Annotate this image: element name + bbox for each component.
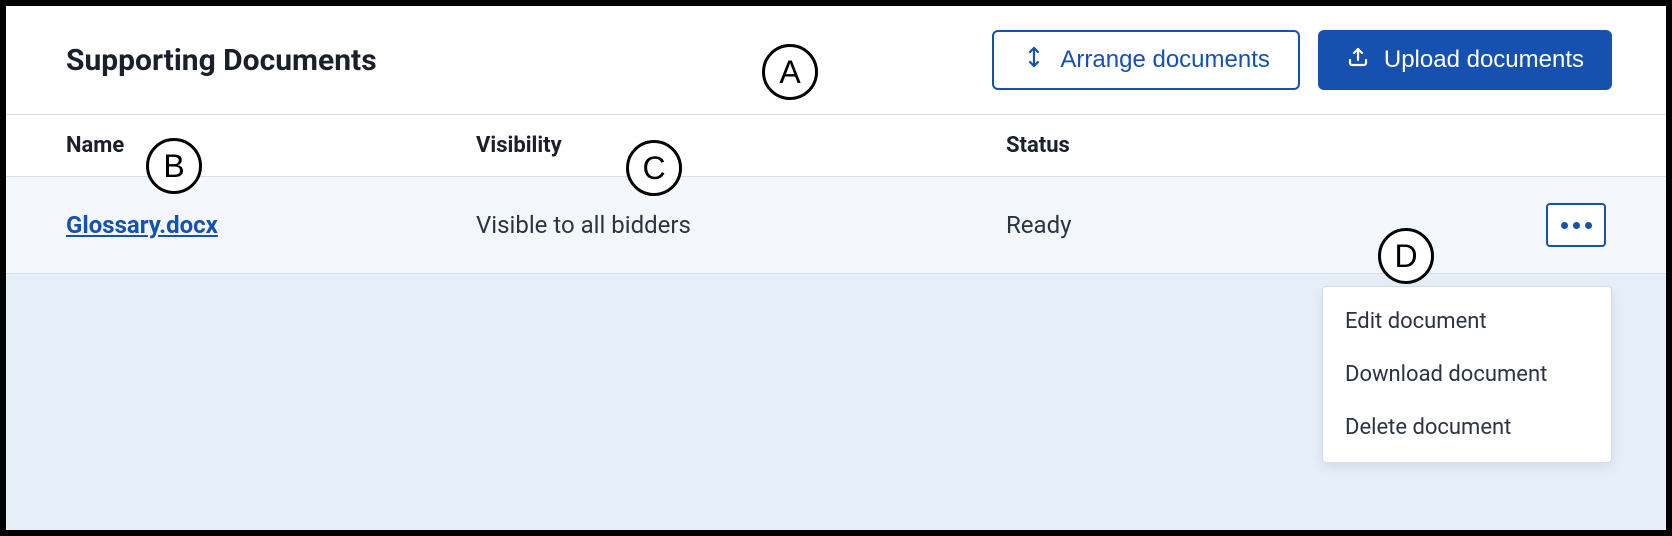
column-header-actions — [1386, 133, 1606, 158]
menu-download-document[interactable]: Download document — [1323, 348, 1611, 401]
cell-visibility: Visible to all bidders — [476, 211, 1006, 239]
upload-icon — [1346, 45, 1370, 76]
ellipsis-icon — [1573, 222, 1580, 229]
column-header-visibility: Visibility — [476, 133, 1006, 158]
upload-documents-button[interactable]: Upload documents — [1318, 30, 1612, 90]
cell-name: Glossary.docx — [66, 211, 476, 239]
column-header-name: Name — [66, 133, 476, 158]
ellipsis-icon — [1585, 222, 1592, 229]
arrange-documents-button[interactable]: Arrange documents — [992, 30, 1299, 90]
menu-edit-document[interactable]: Edit document — [1323, 295, 1611, 348]
column-header-status: Status — [1006, 133, 1386, 158]
menu-delete-document[interactable]: Delete document — [1323, 401, 1611, 454]
section-header: Supporting Documents Arrange documents — [6, 6, 1666, 114]
actions-dropdown: Edit document Download document Delete d… — [1322, 286, 1612, 463]
annotation-b: B — [146, 138, 202, 194]
annotation-a: A — [762, 44, 818, 100]
ellipsis-icon — [1561, 222, 1568, 229]
section-title: Supporting Documents — [66, 43, 377, 78]
annotation-d: D — [1378, 228, 1434, 284]
app-frame: Supporting Documents Arrange documents — [0, 0, 1672, 536]
upload-button-label: Upload documents — [1384, 46, 1584, 74]
arrange-button-label: Arrange documents — [1060, 46, 1269, 74]
cell-status: Ready — [1006, 211, 1386, 239]
more-actions-button[interactable] — [1546, 203, 1606, 247]
annotation-c: C — [626, 140, 682, 196]
table-header: Name Visibility Status — [6, 114, 1666, 177]
header-actions: Arrange documents Upload documents — [992, 30, 1612, 90]
arrange-icon — [1022, 45, 1046, 76]
document-link[interactable]: Glossary.docx — [66, 211, 218, 239]
